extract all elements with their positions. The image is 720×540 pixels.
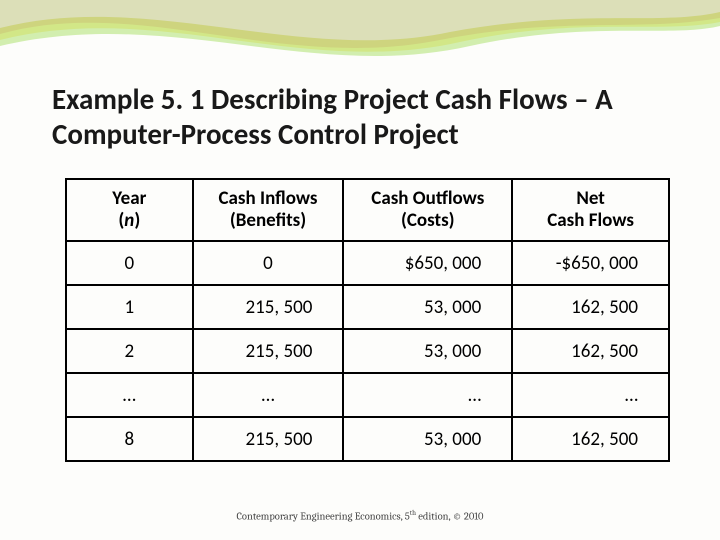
cell-outflows: $650, 000	[343, 241, 512, 285]
col-header-year-top: Year	[112, 187, 146, 210]
cell-year: 8	[66, 417, 193, 461]
cell-year: 2	[66, 329, 193, 373]
table-row: 0 0 $650, 000 -$650, 000	[66, 241, 669, 285]
col-header-year: Year (n)	[66, 179, 193, 241]
col-header-year-n: n	[124, 209, 134, 232]
cell-year: 1	[66, 285, 193, 329]
col-header-inflows-top: Cash Inflows	[219, 187, 318, 210]
cell-net: -$650, 000	[512, 241, 669, 285]
cell-year: …	[66, 373, 193, 417]
col-header-net-top: Net	[576, 187, 605, 210]
col-header-year-paren-close: )	[134, 209, 140, 232]
table-row: 8 215, 500 53, 000 162, 500	[66, 417, 669, 461]
cell-outflows: …	[343, 373, 512, 417]
slide-title: Example 5. 1 Describing Project Cash Flo…	[52, 82, 680, 152]
cell-net: 162, 500	[512, 329, 669, 373]
col-header-net: Net Cash Flows	[512, 179, 669, 241]
cell-year: 0	[66, 241, 193, 285]
footer-text-a: Contemporary Engineering Economics, 5	[236, 510, 409, 522]
cell-net: 162, 500	[512, 285, 669, 329]
cell-inflows: 0	[193, 241, 344, 285]
col-header-outflows-top: Cash Outflows	[371, 187, 484, 210]
cell-outflows: 53, 000	[343, 329, 512, 373]
col-header-net-bottom: Cash Flows	[547, 209, 634, 232]
cell-outflows: 53, 000	[343, 417, 512, 461]
decorative-header-waves	[0, 0, 720, 80]
cell-inflows: …	[193, 373, 344, 417]
table-row: … … … …	[66, 373, 669, 417]
col-header-outflows: Cash Outflows (Costs)	[343, 179, 512, 241]
col-header-inflows-bottom: (Benefits)	[230, 209, 306, 232]
col-header-inflows: Cash Inflows (Benefits)	[193, 179, 344, 241]
col-header-outflows-bottom: (Costs)	[401, 209, 455, 232]
table-header-row: Year (n) Cash Inflows (Benefits) Cash Ou…	[66, 179, 669, 241]
table-row: 1 215, 500 53, 000 162, 500	[66, 285, 669, 329]
cell-inflows: 215, 500	[193, 285, 344, 329]
footer-citation: Contemporary Engineering Economics, 5th …	[0, 509, 720, 523]
cell-net: 162, 500	[512, 417, 669, 461]
cash-flow-table: Year (n) Cash Inflows (Benefits) Cash Ou…	[65, 178, 670, 462]
cell-inflows: 215, 500	[193, 417, 344, 461]
cell-net: …	[512, 373, 669, 417]
cell-inflows: 215, 500	[193, 329, 344, 373]
table-row: 2 215, 500 53, 000 162, 500	[66, 329, 669, 373]
cell-outflows: 53, 000	[343, 285, 512, 329]
footer-text-b: edition, © 2010	[416, 510, 484, 522]
